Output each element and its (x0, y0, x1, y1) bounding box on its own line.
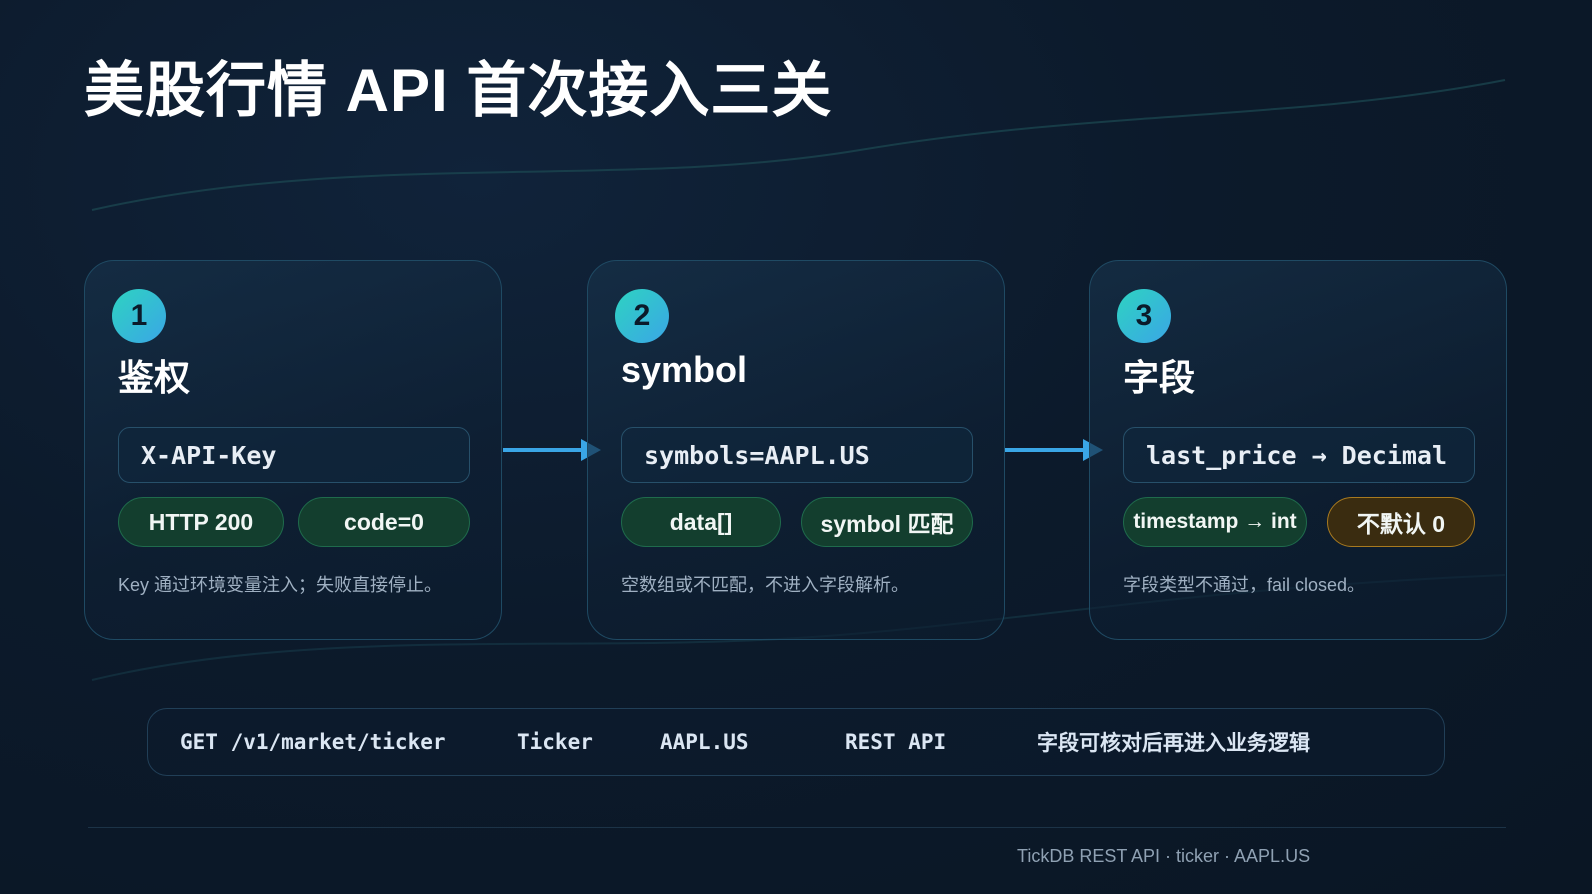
step-note: 空数组或不匹配，不进入字段解析。 (621, 575, 909, 595)
step-title: 字段 (1123, 357, 1196, 398)
step-number-badge: 3 (1117, 289, 1171, 343)
check-pill: code=0 (298, 497, 470, 547)
check-pill: data[] (621, 497, 781, 547)
step-title: 鉴权 (118, 357, 191, 398)
step-code-box: symbols=AAPL.US (621, 427, 973, 483)
warning-pill: 不默认 0 (1327, 497, 1475, 547)
symbol-label: AAPL.US (660, 730, 749, 754)
check-pill: symbol 匹配 (801, 497, 973, 547)
step-card-symbol: 2 symbol symbols=AAPL.US data[] symbol 匹… (587, 260, 1005, 640)
footer-caption: TickDB REST API · ticker · AAPL.US (1017, 846, 1311, 866)
step-number-badge: 2 (615, 289, 669, 343)
summary-label: 字段可核对后再进入业务逻辑 (1037, 731, 1310, 755)
step-note: Key 通过环境变量注入；失败直接停止。 (118, 575, 443, 595)
step-code-box: last_price → Decimal (1123, 427, 1475, 483)
footer-divider (88, 827, 1506, 828)
step-number-badge: 1 (112, 289, 166, 343)
resource-label: Ticker (517, 730, 593, 754)
check-pill: timestamp → int (1123, 497, 1307, 547)
check-pill: HTTP 200 (118, 497, 284, 547)
step-code-box: X-API-Key (118, 427, 470, 483)
step-card-auth: 1 鉴权 X-API-Key HTTP 200 code=0 Key 通过环境变… (84, 260, 502, 640)
step-title: symbol (621, 349, 748, 390)
page-title: 美股行情 API 首次接入三关 (84, 57, 833, 124)
step-note: 字段类型不通过，fail closed。 (1123, 575, 1366, 595)
summary-bar: GET /v1/market/ticker Ticker AAPL.US RES… (147, 708, 1445, 776)
endpoint-label: GET /v1/market/ticker (180, 730, 446, 754)
api-type-label: REST API (845, 730, 947, 754)
step-card-fields: 3 字段 last_price → Decimal timestamp → in… (1089, 260, 1507, 640)
